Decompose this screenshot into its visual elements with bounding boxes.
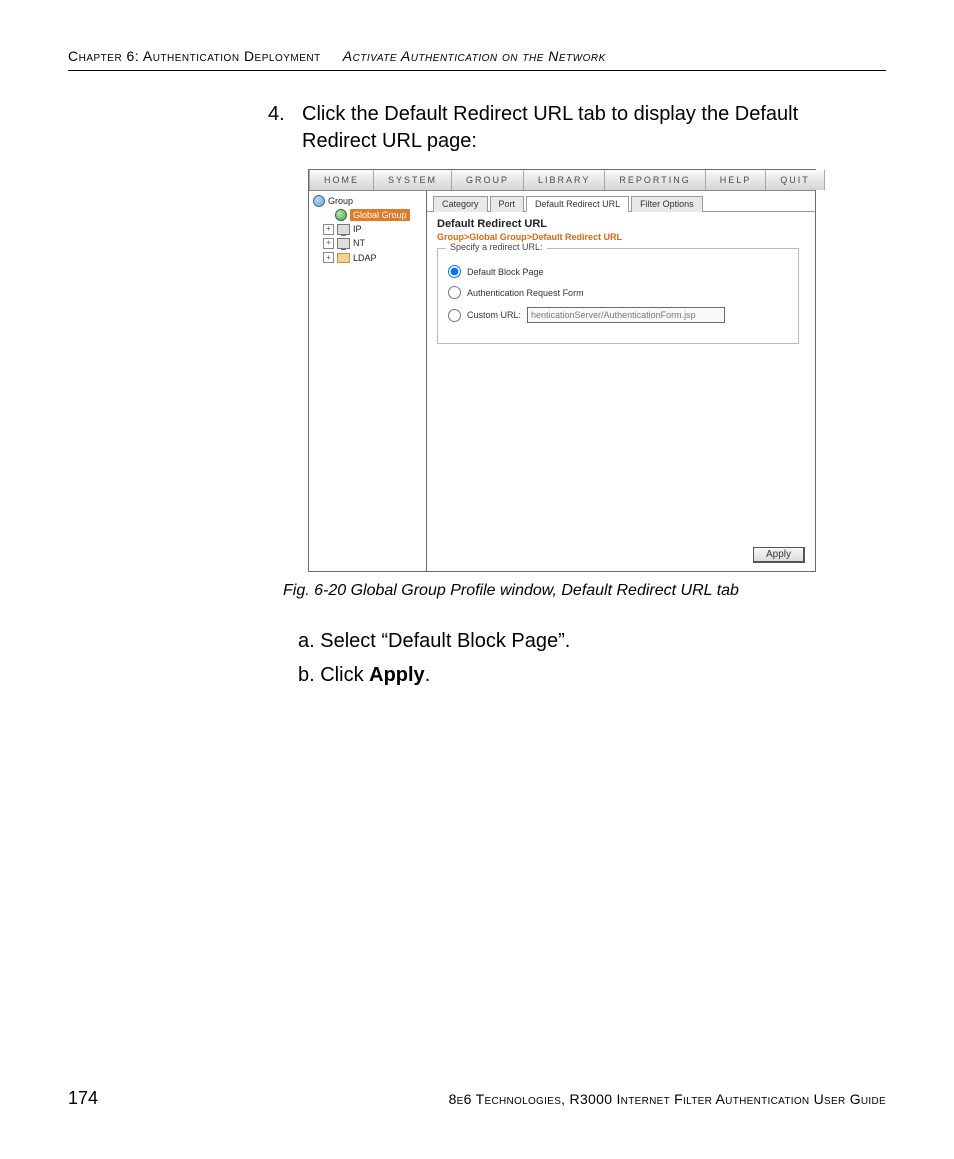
menubar: HOME SYSTEM GROUP LIBRARY REPORTING HELP…: [309, 170, 815, 191]
tree-root-label: Group: [328, 195, 353, 207]
host-icon: [337, 224, 350, 235]
tree-item-ldap[interactable]: + LDAP: [323, 252, 422, 264]
tab-default-redirect-url[interactable]: Default Redirect URL: [526, 196, 629, 212]
tab-filter-options[interactable]: Filter Options: [631, 196, 703, 212]
tree-item-ip[interactable]: + IP: [323, 223, 422, 235]
substeps: a. Select “Default Block Page”. b. Click…: [298, 624, 886, 692]
step-number: 4.: [268, 101, 294, 155]
footer-text: 8e6 Technologies, R3000 Internet Filter …: [449, 1091, 886, 1107]
apply-button[interactable]: Apply: [753, 547, 805, 563]
tab-category[interactable]: Category: [433, 196, 488, 212]
substep-b: b. Click Apply.: [298, 658, 886, 692]
tree-root[interactable]: Group: [313, 195, 422, 207]
option-custom-url[interactable]: Custom URL:: [448, 307, 788, 323]
substep-a: a. Select “Default Block Page”.: [298, 624, 886, 658]
expand-icon[interactable]: +: [323, 224, 334, 235]
menu-library[interactable]: LIBRARY: [524, 170, 605, 190]
menu-reporting[interactable]: REPORTING: [605, 170, 705, 190]
panel-title: Default Redirect URL: [437, 218, 805, 230]
step-text: Click the Default Redirect URL tab to di…: [302, 101, 868, 155]
group-icon: [313, 195, 325, 207]
menu-quit[interactable]: QUIT: [766, 170, 825, 190]
tree-item-label: Global Group: [350, 209, 410, 221]
folder-icon: [337, 253, 350, 263]
figure-caption: Fig. 6-20 Global Group Profile window, D…: [283, 582, 886, 600]
radio-custom-url[interactable]: [448, 309, 461, 322]
option-label: Default Block Page: [467, 267, 544, 277]
fieldset-legend: Specify a redirect URL:: [446, 242, 547, 252]
redirect-fieldset: Specify a redirect URL: Default Block Pa…: [437, 248, 799, 344]
option-auth-request[interactable]: Authentication Request Form: [448, 286, 788, 299]
expand-icon[interactable]: +: [323, 252, 334, 263]
page-number: 174: [68, 1088, 98, 1109]
tree-item-label: IP: [353, 223, 362, 235]
app-window: HOME SYSTEM GROUP LIBRARY REPORTING HELP…: [308, 169, 816, 572]
section-title: Activate Authentication on the Network: [343, 48, 606, 64]
nav-tree: Group Global Group + IP +: [309, 191, 427, 571]
host-icon: [337, 238, 350, 249]
breadcrumb: Group>Global Group>Default Redirect URL: [437, 232, 805, 242]
menu-system[interactable]: SYSTEM: [374, 170, 452, 190]
tree-item-nt[interactable]: + NT: [323, 237, 422, 249]
menu-home[interactable]: HOME: [310, 170, 374, 190]
expand-icon[interactable]: +: [323, 238, 334, 249]
globe-icon: [335, 209, 347, 221]
tree-item-label: NT: [353, 237, 365, 249]
radio-default-block[interactable]: [448, 265, 461, 278]
tree-item-global-group[interactable]: Global Group: [323, 209, 422, 221]
tab-port[interactable]: Port: [490, 196, 525, 212]
menu-group[interactable]: GROUP: [452, 170, 524, 190]
option-default-block[interactable]: Default Block Page: [448, 265, 788, 278]
menu-help[interactable]: HELP: [706, 170, 767, 190]
panel: Default Redirect URL Group>Global Group>…: [427, 212, 815, 571]
running-header: Chapter 6: Authentication Deployment Act…: [68, 48, 886, 71]
radio-auth-request[interactable]: [448, 286, 461, 299]
page-footer: 174 8e6 Technologies, R3000 Internet Fil…: [68, 1088, 886, 1109]
custom-url-input[interactable]: [527, 307, 725, 323]
tab-bar: Category Port Default Redirect URL Filte…: [427, 191, 815, 212]
option-label: Custom URL:: [467, 310, 521, 320]
tree-item-label: LDAP: [353, 252, 377, 264]
option-label: Authentication Request Form: [467, 288, 584, 298]
chapter-title: Chapter 6: Authentication Deployment: [68, 48, 321, 64]
